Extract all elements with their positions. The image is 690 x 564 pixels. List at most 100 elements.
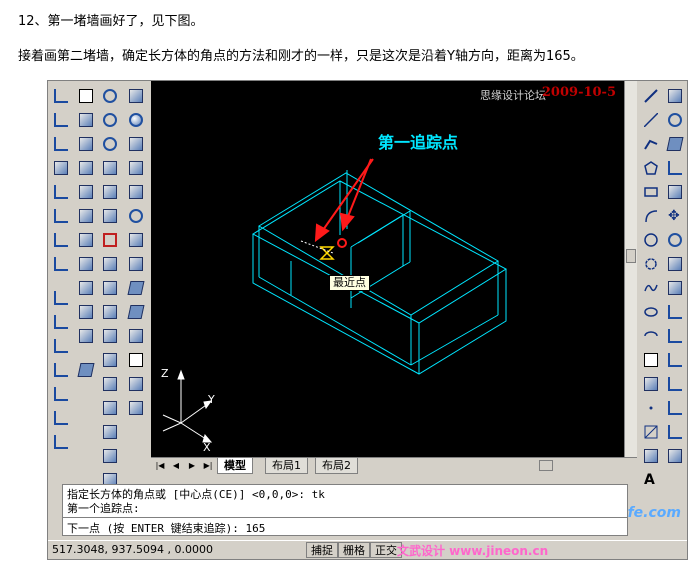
ellipse-icon[interactable] [640, 301, 662, 323]
sphere-icon[interactable] [125, 109, 147, 131]
ucs-apply-icon[interactable] [50, 383, 72, 405]
setup-profile-icon[interactable] [125, 397, 147, 419]
extend-icon[interactable] [664, 325, 686, 347]
nw-iso-icon[interactable] [75, 325, 97, 347]
ne-iso-icon[interactable] [75, 301, 97, 323]
last-tab-button[interactable]: ▶| [201, 460, 215, 472]
fillet-icon[interactable] [664, 421, 686, 443]
point-icon[interactable] [640, 397, 662, 419]
snap-button[interactable]: 捕捉 [306, 542, 338, 558]
move-icon[interactable]: ✥ [664, 205, 686, 227]
se-iso-icon[interactable] [75, 277, 97, 299]
section-icon[interactable] [125, 301, 147, 323]
vertical-scroll-thumb[interactable] [626, 249, 636, 263]
command-window[interactable]: 指定长方体的角点或 [中心点(CE)] <0,0,0>: tk 第一个追踪点: … [62, 484, 628, 536]
spline-icon[interactable] [640, 277, 662, 299]
delete-faces-icon[interactable] [99, 229, 121, 251]
construction-line-icon[interactable] [640, 109, 662, 131]
revolve-icon[interactable] [125, 253, 147, 275]
polyline-icon[interactable] [640, 133, 662, 155]
color-faces-icon[interactable] [99, 325, 121, 347]
cone-icon[interactable] [125, 157, 147, 179]
color-edges-icon[interactable] [99, 373, 121, 395]
line-icon[interactable] [640, 85, 662, 107]
explode-icon[interactable] [664, 445, 686, 467]
clean-icon[interactable] [99, 421, 121, 443]
back-view-icon[interactable] [75, 229, 97, 251]
cylinder-icon[interactable] [125, 133, 147, 155]
ucs-3point-icon[interactable] [50, 229, 72, 251]
ucs-object-icon[interactable] [50, 253, 72, 275]
array-icon[interactable] [664, 181, 686, 203]
left-view-icon[interactable] [75, 157, 97, 179]
ucs-zaxis-icon[interactable] [50, 205, 72, 227]
subtract-icon[interactable] [99, 109, 121, 131]
ucs-x-icon[interactable] [50, 311, 72, 333]
offset-icon[interactable] [664, 157, 686, 179]
trim-icon[interactable] [664, 301, 686, 323]
first-tab-button[interactable]: |◀ [153, 460, 167, 472]
rotate-icon[interactable] [664, 229, 686, 251]
next-tab-button[interactable]: ▶ [185, 460, 199, 472]
setup-view-icon[interactable] [125, 373, 147, 395]
revision-cloud-icon[interactable] [640, 253, 662, 275]
ellipse-arc-icon[interactable] [640, 325, 662, 347]
setup-drawing-icon[interactable] [125, 349, 147, 371]
interfere-icon[interactable] [125, 325, 147, 347]
scale-icon[interactable] [664, 253, 686, 275]
hatch-icon[interactable] [640, 421, 662, 443]
view-named-icon[interactable] [75, 85, 97, 107]
prev-tab-button[interactable]: ◀ [169, 460, 183, 472]
ucs-z-icon[interactable] [50, 359, 72, 381]
tab-layout1[interactable]: 布局1 [265, 458, 308, 474]
wedge-icon[interactable] [125, 181, 147, 203]
copy-edges-icon[interactable] [99, 349, 121, 371]
make-block-icon[interactable] [640, 373, 662, 395]
join-icon[interactable] [664, 373, 686, 395]
tab-layout2[interactable]: 布局2 [315, 458, 358, 474]
camera-icon[interactable] [75, 359, 97, 381]
extrude-icon[interactable] [125, 229, 147, 251]
rectangle-icon[interactable] [640, 181, 662, 203]
named-ucs-icon[interactable] [50, 157, 72, 179]
copy-icon[interactable] [664, 109, 686, 131]
extrude-faces-icon[interactable] [99, 157, 121, 179]
imprint-icon[interactable] [99, 397, 121, 419]
grid-button[interactable]: 栅格 [338, 542, 370, 558]
ucs-previous-icon[interactable] [50, 133, 72, 155]
region-icon[interactable] [640, 445, 662, 467]
drawing-canvas[interactable]: 思缘设计论坛 2009-10-5 第一追踪点 最近点 Z Y X [151, 81, 624, 457]
erase-icon[interactable] [664, 85, 686, 107]
vertical-scrollbar[interactable] [624, 81, 637, 457]
intersect-icon[interactable] [99, 133, 121, 155]
bottom-view-icon[interactable] [75, 133, 97, 155]
sw-iso-icon[interactable] [75, 253, 97, 275]
ucs-origin-icon[interactable] [50, 181, 72, 203]
move-faces-icon[interactable] [99, 181, 121, 203]
mirror-icon[interactable] [664, 133, 686, 155]
offset-faces-icon[interactable] [99, 205, 121, 227]
tab-model[interactable]: 模型 [217, 458, 253, 474]
rotate-faces-icon[interactable] [99, 253, 121, 275]
copy-faces-icon[interactable] [99, 301, 121, 323]
taper-faces-icon[interactable] [99, 277, 121, 299]
slice-icon[interactable] [125, 277, 147, 299]
front-view-icon[interactable] [75, 205, 97, 227]
top-view-icon[interactable] [75, 109, 97, 131]
polygon-icon[interactable] [640, 157, 662, 179]
circle-icon[interactable] [640, 229, 662, 251]
multiline-text-icon[interactable]: A [640, 469, 662, 491]
command-input[interactable]: 下一点 (按 ENTER 键结束追踪): 165 [63, 517, 627, 535]
arc-icon[interactable] [640, 205, 662, 227]
torus-icon[interactable] [125, 205, 147, 227]
right-view-icon[interactable] [75, 181, 97, 203]
break-icon[interactable] [664, 349, 686, 371]
ucs-icon[interactable] [50, 85, 72, 107]
stretch-icon[interactable] [664, 277, 686, 299]
ucs-orient-icon[interactable] [50, 431, 72, 453]
ucs-move-icon[interactable] [50, 407, 72, 429]
horizontal-scroll-thumb[interactable] [539, 460, 553, 471]
chamfer-icon[interactable] [664, 397, 686, 419]
ucs-view-icon[interactable] [50, 287, 72, 309]
box-icon[interactable] [125, 85, 147, 107]
